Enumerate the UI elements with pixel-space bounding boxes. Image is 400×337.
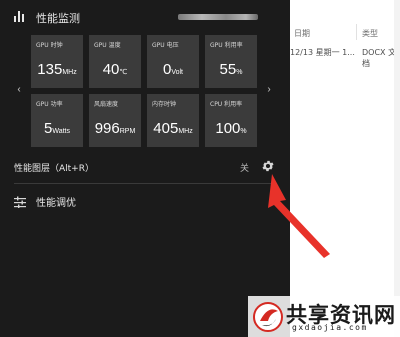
metric-unit: % [236,69,243,76]
metric-label: GPU 时钟 [36,42,63,49]
performance-panel: 性能监测 ‹ › GPU 时钟 135MHz GPU 温度 40℃ GPU 电压… [0,0,290,337]
metric-value: 0Volt [147,61,199,79]
metric-number: 100 [215,120,241,137]
metric-tile-gpu-temperature: GPU 温度 40℃ [89,35,141,88]
metric-unit: MHz [178,128,193,135]
metric-tile-fan-speed: 风扇速度 996RPM [89,94,141,147]
scrollbar[interactable] [394,0,400,337]
annotation-arrow-icon [268,174,330,258]
metric-tile-cpu-utilization: CPU 利用率 100% [205,94,257,147]
performance-tuning-row[interactable]: 性能调优 [0,190,290,214]
metric-label: GPU 功率 [36,101,63,108]
metric-label: 风扇速度 [94,101,119,108]
metric-unit: % [240,128,247,135]
metric-label: 内存时钟 [152,101,177,108]
metric-number: 40 [102,61,120,78]
metric-number: 405 [153,120,179,137]
metric-tile-memory-clock: 内存时钟 405MHz [147,94,199,147]
watermark-url: gxdaojia.com [292,323,368,332]
metric-label: GPU 电压 [152,42,179,49]
metric-unit: Volt [171,69,184,76]
watermark: 共享资讯网 gxdaojia.com [248,296,400,337]
metric-label: GPU 温度 [94,42,121,49]
file-date: 12/13 星期一 1... [290,48,355,57]
metric-value: 405MHz [147,120,199,138]
metric-number: 996 [94,120,120,137]
sliders-icon-graphic [14,196,26,208]
panel-title: 性能监测 [36,12,80,25]
metric-unit: MHz [62,69,77,76]
metric-tile-gpu-voltage: GPU 电压 0Volt [147,35,199,88]
watermark-logo-icon [253,302,283,332]
metric-value: 135MHz [31,61,83,79]
metric-number: 55 [219,61,237,78]
next-page-button[interactable]: › [264,84,274,96]
sliders-icon [14,195,26,208]
metric-value: 996RPM [89,120,141,138]
blurred-device-name [178,14,258,20]
panel-header: 性能监测 [0,0,290,32]
metric-value: 100% [205,120,257,138]
metric-label: CPU 利用率 [210,101,243,108]
bar-chart-icon [14,11,26,22]
metric-tile-gpu-clock: GPU 时钟 135MHz [31,35,83,88]
metric-value: 40℃ [89,61,141,79]
metric-value: 5Watts [31,120,83,138]
metric-grid: GPU 时钟 135MHz GPU 温度 40℃ GPU 电压 0Volt GP… [31,35,261,147]
metric-unit: Watts [52,128,70,135]
metric-label: GPU 利用率 [210,42,243,49]
tuning-label: 性能调优 [36,198,76,209]
metric-unit: RPM [119,128,136,135]
overlay-label: 性能图层（Alt+R） [14,164,94,174]
metric-number: 135 [37,61,63,78]
file-explorer-window: 日期 类型 12/13 星期一 1... DOCX 文档 [285,0,400,337]
column-header-date[interactable]: 日期 [294,28,310,39]
overlay-toggle-state[interactable]: 关 [240,161,249,174]
metric-tile-gpu-utilization: GPU 利用率 55% [205,35,257,88]
performance-overlay-row[interactable]: 性能图层（Alt+R） 关 [0,152,290,182]
file-row[interactable]: 12/13 星期一 1... DOCX 文档 [286,44,400,68]
column-header-type[interactable]: 类型 [362,28,378,39]
previous-page-button[interactable]: ‹ [14,84,24,96]
column-divider[interactable] [356,24,357,40]
metric-value: 55% [205,61,257,79]
metric-unit: ℃ [119,69,128,76]
divider [14,183,276,184]
metric-tile-gpu-power: GPU 功率 5Watts [31,94,83,147]
